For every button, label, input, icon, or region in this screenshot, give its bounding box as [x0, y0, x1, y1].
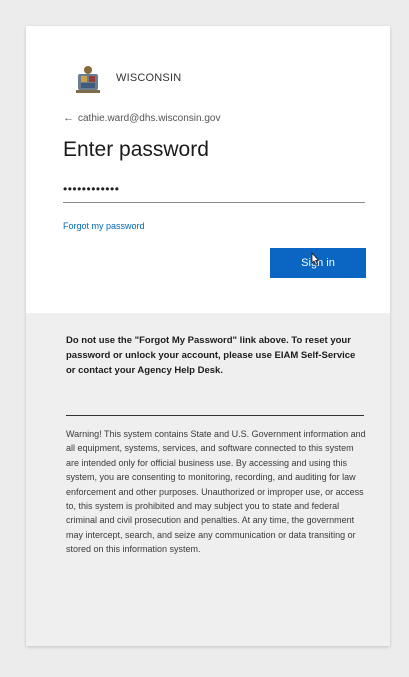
back-arrow-icon[interactable]: ← [63, 112, 74, 124]
notice-panel: Do not use the "Forgot My Password" link… [26, 313, 390, 646]
divider [66, 415, 364, 416]
password-input[interactable] [63, 176, 365, 203]
legal-warning: Warning! This system contains State and … [66, 429, 366, 555]
page-background: WISCONSIN ← cathie.ward@dhs.wisconsin.go… [0, 0, 409, 677]
password-reset-notice: Do not use the "Forgot My Password" link… [66, 335, 356, 376]
page-title: Enter password [63, 138, 209, 161]
account-row[interactable]: ← cathie.ward@dhs.wisconsin.gov [63, 112, 220, 124]
account-email: cathie.ward@dhs.wisconsin.gov [78, 112, 221, 124]
mouse-pointer-icon [311, 252, 320, 266]
sign-in-panel: WISCONSIN ← cathie.ward@dhs.wisconsin.go… [26, 26, 390, 313]
forgot-password-link[interactable]: Forgot my password [63, 221, 145, 231]
organization-name: WISCONSIN [116, 72, 182, 84]
sign-in-card: WISCONSIN ← cathie.ward@dhs.wisconsin.go… [26, 26, 390, 646]
wisconsin-seal-icon [76, 66, 100, 93]
